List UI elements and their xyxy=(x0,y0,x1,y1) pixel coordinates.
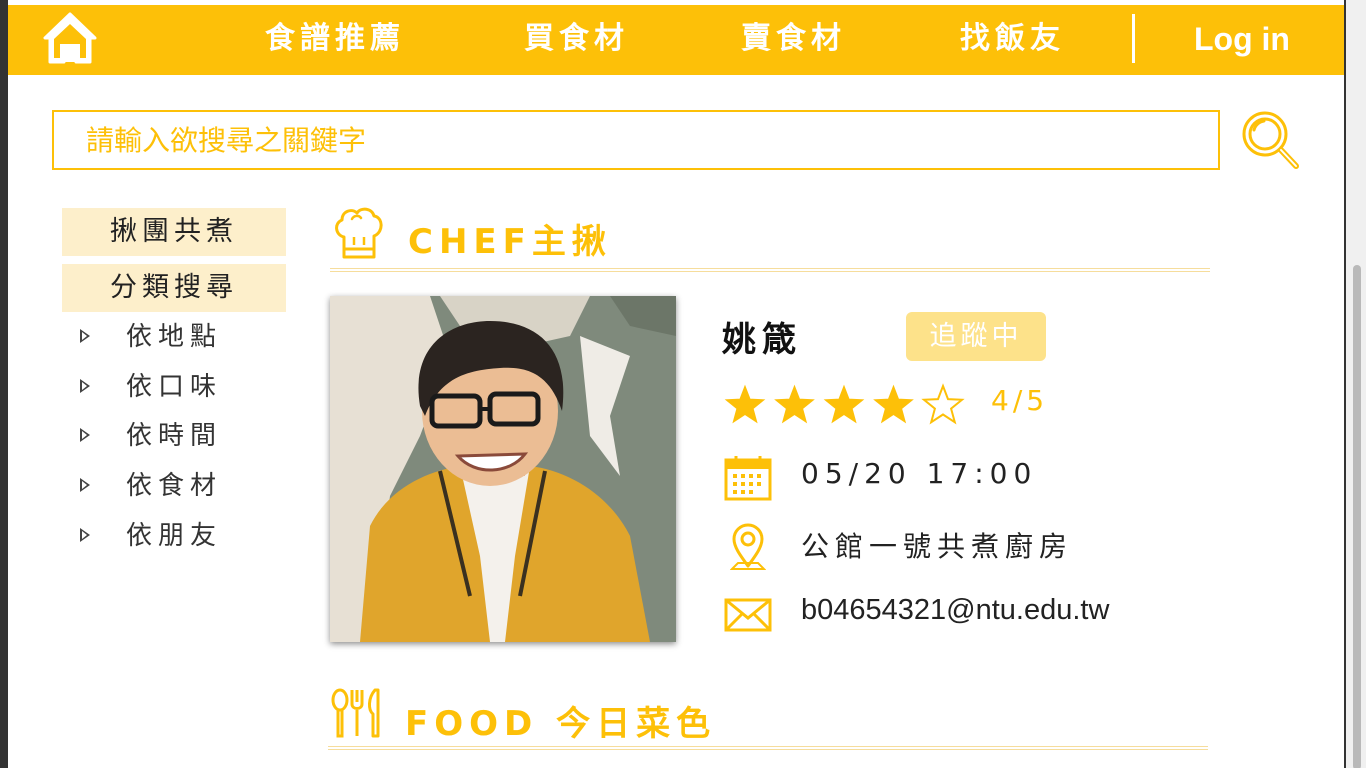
sidebar-group-category-search[interactable]: 分類搜尋 xyxy=(62,264,286,312)
sidebar-item-label: 依朋友 xyxy=(126,521,223,551)
sidebar-item-friends[interactable]: 依朋友 xyxy=(80,516,222,556)
search-input[interactable] xyxy=(52,110,1220,170)
chef-email[interactable]: b04654321@ntu.edu.tw xyxy=(801,594,1109,627)
home-icon[interactable] xyxy=(41,11,99,65)
star-filled-icon xyxy=(823,384,865,424)
sidebar-group-cook-together[interactable]: 揪團共煮 xyxy=(62,208,286,256)
star-filled-icon xyxy=(724,384,766,424)
mail-icon xyxy=(724,598,772,632)
nav-divider xyxy=(1132,14,1135,63)
nav-sell-ingredients[interactable]: 賣食材 xyxy=(741,17,846,61)
chef-hat-icon xyxy=(335,207,383,259)
caret-right-icon xyxy=(80,328,90,343)
sidebar-item-label: 依食材 xyxy=(126,471,223,501)
follow-button[interactable]: 追蹤中 xyxy=(906,312,1046,361)
scrollbar-thumb[interactable] xyxy=(1353,265,1361,768)
caret-right-icon xyxy=(80,378,90,393)
star-empty-icon xyxy=(921,383,965,425)
rating-text: 4/5 xyxy=(991,384,1049,417)
section-divider xyxy=(328,746,1208,750)
sidebar-item-location[interactable]: 依地點 xyxy=(80,317,222,357)
event-location: 公館一號共煮廚房 xyxy=(801,530,1074,563)
caret-right-icon xyxy=(80,477,90,492)
calendar-icon xyxy=(724,456,772,501)
cutlery-icon xyxy=(331,688,380,738)
sidebar-item-time[interactable]: 依時間 xyxy=(80,416,222,456)
sidebar-item-label: 依時間 xyxy=(126,421,223,451)
location-pin-icon xyxy=(730,523,766,570)
sidebar-item-ingredient[interactable]: 依食材 xyxy=(80,466,222,506)
sidebar-item-label: 依地點 xyxy=(126,322,223,352)
nav-find-friends[interactable]: 找飯友 xyxy=(960,17,1065,61)
section-divider xyxy=(330,268,1210,272)
rating-stars xyxy=(724,383,965,425)
page: 食譜推薦 買食材 賣食材 找飯友 Log in 揪團共煮 分類搜尋 依地點 依口… xyxy=(8,0,1344,768)
nav-buy-ingredients[interactable]: 買食材 xyxy=(524,17,629,61)
chef-section-title: CHEF主揪 xyxy=(408,222,612,262)
nav-recipes[interactable]: 食譜推薦 xyxy=(265,17,405,61)
navbar: 食譜推薦 買食材 賣食材 找飯友 Log in xyxy=(8,5,1344,75)
chef-photo xyxy=(330,296,676,642)
food-section-title: FOOD 今日菜色 xyxy=(405,704,717,744)
login-link[interactable]: Log in xyxy=(1194,17,1290,61)
event-datetime: 05/20 17:00 xyxy=(801,457,1038,490)
caret-right-icon xyxy=(80,427,90,442)
chef-name: 姚箴 xyxy=(722,320,802,360)
star-filled-icon xyxy=(873,384,914,424)
sidebar-item-label: 依口味 xyxy=(126,372,223,402)
star-filled-icon xyxy=(774,384,815,424)
search-icon[interactable] xyxy=(1240,108,1302,172)
sidebar-item-taste[interactable]: 依口味 xyxy=(80,367,222,407)
caret-right-icon xyxy=(80,527,90,542)
